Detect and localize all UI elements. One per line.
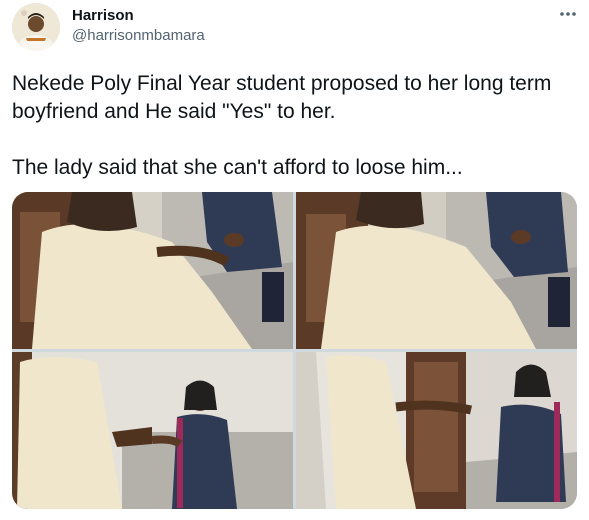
photo-4[interactable] [296, 352, 577, 509]
more-dots-icon [559, 11, 577, 17]
user-handle[interactable]: @harrisonmbamara [72, 27, 205, 44]
media-grid [12, 192, 577, 509]
photo-2[interactable] [296, 192, 577, 349]
avatar[interactable] [12, 3, 60, 51]
display-name[interactable]: Harrison [72, 7, 134, 24]
photo-1[interactable] [12, 192, 293, 349]
photo-3[interactable] [12, 352, 293, 509]
tweet: Harrison @harrisonmbamara Nekede Poly Fi… [0, 0, 589, 520]
tweet-text: Nekede Poly Final Year student proposed … [12, 72, 552, 179]
more-options-button[interactable] [556, 4, 580, 24]
